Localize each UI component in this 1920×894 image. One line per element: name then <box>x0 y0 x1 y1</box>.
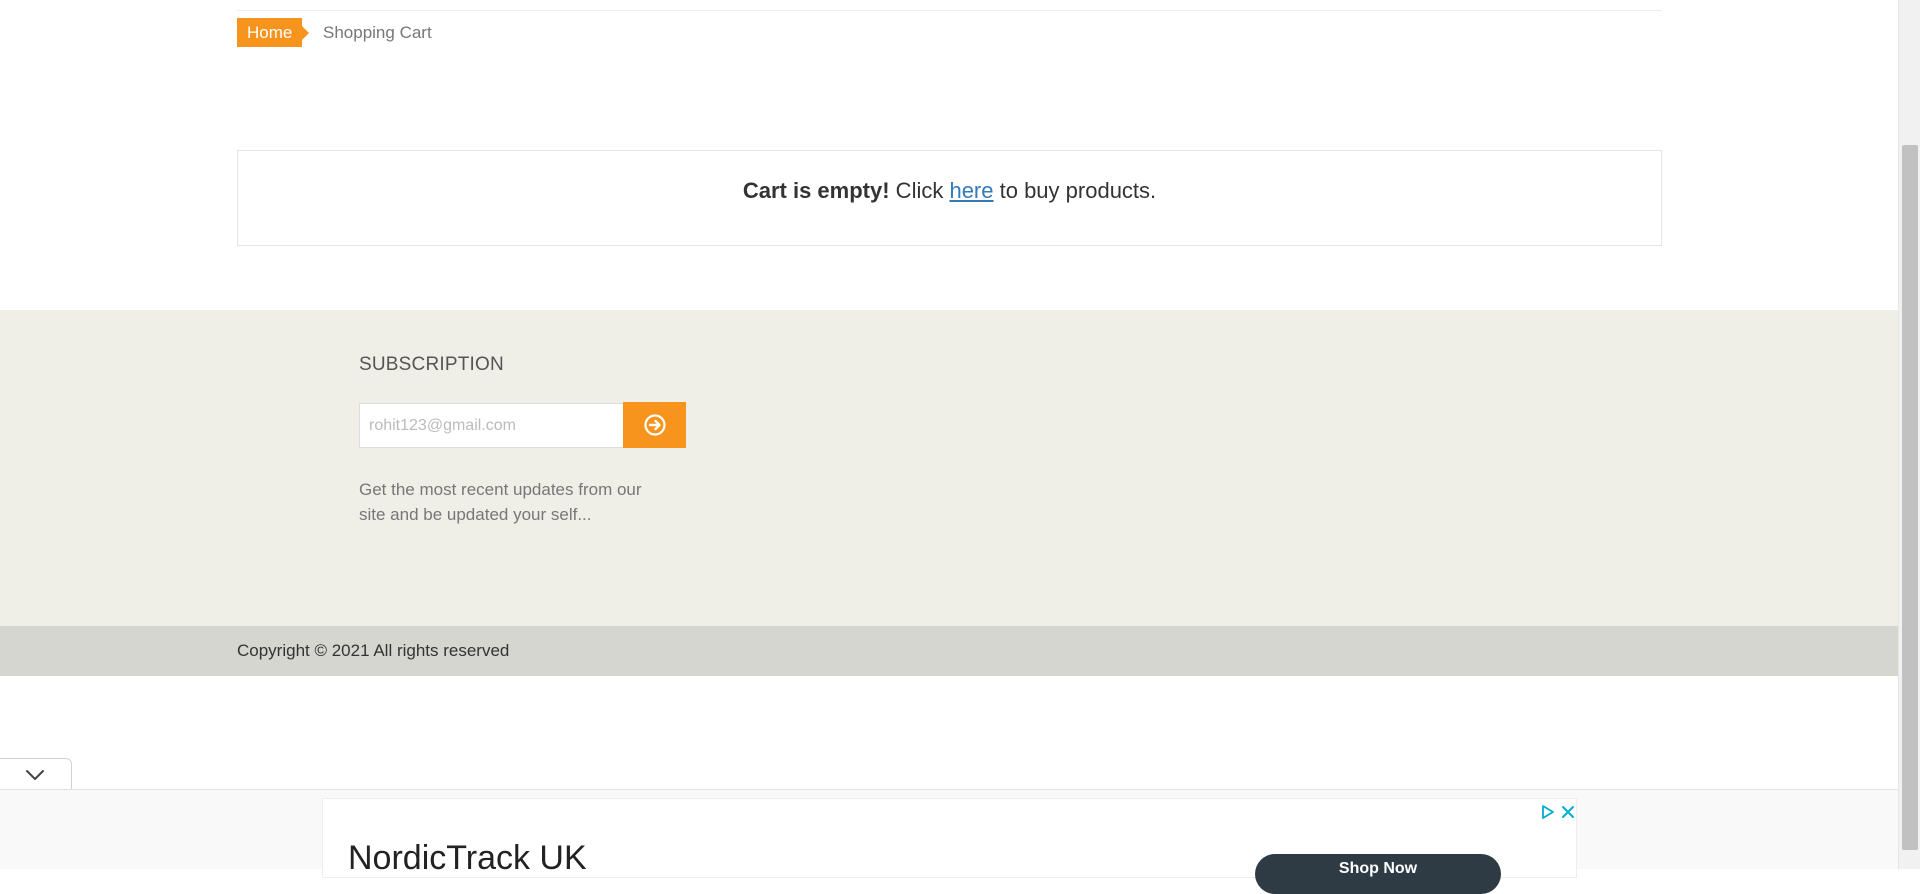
copyright-bar: Copyright © 2021 All rights reserved <box>0 626 1898 676</box>
close-icon[interactable] <box>1560 804 1576 825</box>
subscription-email-input[interactable] <box>359 403 624 448</box>
cart-empty-label: Cart is empty! <box>742 178 890 203</box>
adchoices-icon[interactable] <box>1540 804 1556 825</box>
breadcrumb: Home Shopping Cart <box>237 0 1662 60</box>
subscribe-button[interactable] <box>623 402 686 448</box>
ad-title[interactable]: NordicTrack UK <box>348 839 587 878</box>
ad-banner: NordicTrack UK Shop Now <box>0 789 1898 894</box>
subscription-section: SUBSCRIPTION Get the most recent updates… <box>0 310 1898 626</box>
top-divider <box>237 10 1662 11</box>
subscription-description: Get the most recent updates from our sit… <box>359 480 642 524</box>
ad-collapse-tab[interactable] <box>0 758 72 790</box>
empty-cart-message: Cart is empty! Click here to buy product… <box>237 150 1662 246</box>
page-scrollbar[interactable] <box>1898 0 1920 869</box>
scrollbar-thumb[interactable] <box>1902 145 1918 850</box>
cart-text-before-link: Click <box>889 178 950 203</box>
arrow-circle-right-icon <box>643 414 666 436</box>
ad-cta-button[interactable]: Shop Now <box>1255 854 1501 894</box>
ad-content[interactable]: NordicTrack UK Shop Now <box>322 798 1577 894</box>
chevron-down-icon <box>26 770 44 780</box>
subscription-title: SUBSCRIPTION <box>359 354 504 375</box>
copyright-text: Copyright © 2021 All rights reserved <box>237 641 510 660</box>
breadcrumb-current: Shopping Cart <box>323 23 432 42</box>
cart-text-after-link: to buy products. <box>993 178 1157 203</box>
buy-products-link[interactable]: here <box>949 178 993 203</box>
breadcrumb-home-link[interactable]: Home <box>237 18 310 47</box>
